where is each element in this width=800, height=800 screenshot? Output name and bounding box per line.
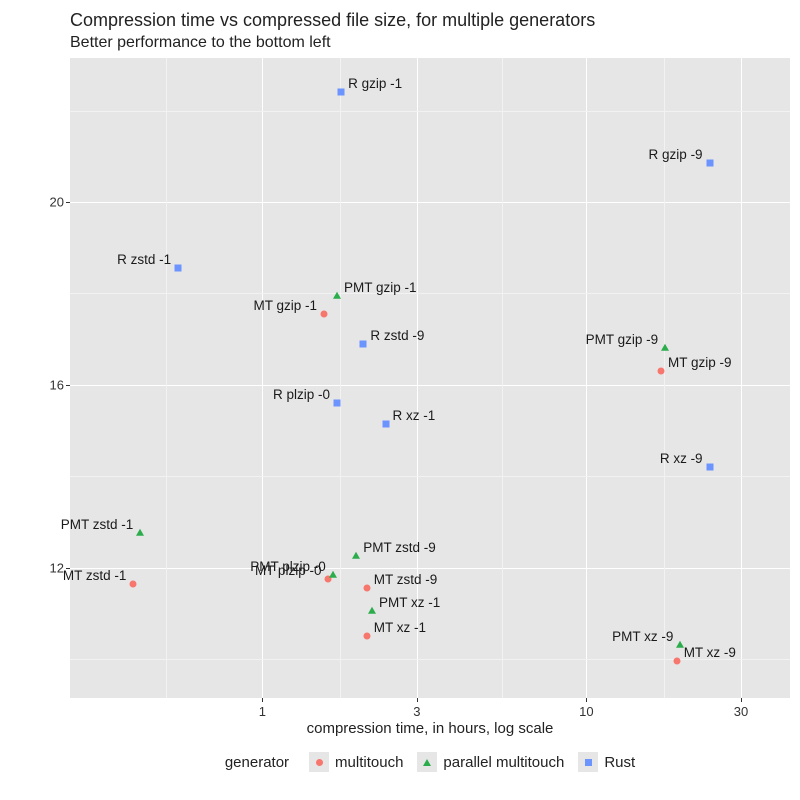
data-label: MT gzip -1 [253, 298, 317, 313]
data-point [360, 340, 367, 347]
data-label: MT xz -9 [684, 645, 736, 660]
data-point [329, 570, 337, 577]
data-point [338, 89, 345, 96]
data-label: MT zstd -9 [374, 572, 438, 587]
legend-title: generator [225, 754, 289, 771]
data-point [382, 420, 389, 427]
data-label: PMT xz -9 [612, 629, 673, 644]
data-label: R xz -9 [660, 451, 703, 466]
x-tick-label: 1 [259, 704, 266, 719]
data-label: PMT zstd -9 [363, 540, 436, 555]
legend-item-rust: Rust [578, 752, 635, 772]
data-point [368, 607, 376, 614]
legend-label: multitouch [335, 754, 403, 771]
y-tick-label: 16 [34, 377, 64, 392]
data-label: PMT gzip -1 [344, 280, 417, 295]
data-point [706, 464, 713, 471]
legend: generator multitouch parallel multitouch… [70, 752, 790, 772]
x-tick-label: 3 [413, 704, 420, 719]
data-point [658, 368, 665, 375]
y-tick-label: 12 [34, 560, 64, 575]
data-label: R plzip -0 [273, 387, 330, 402]
data-point [130, 580, 137, 587]
data-point [333, 400, 340, 407]
data-label: R xz -1 [393, 408, 436, 423]
x-axis-label: compression time, in hours, log scale [70, 720, 790, 737]
square-icon [578, 752, 598, 772]
chart-subtitle: Better performance to the bottom left [70, 34, 331, 52]
chart-title: Compression time vs compressed file size… [70, 10, 595, 31]
chart-container: Compression time vs compressed file size… [0, 0, 800, 800]
legend-label: parallel multitouch [443, 754, 564, 771]
x-tick-label: 30 [734, 704, 748, 719]
data-label: R zstd -9 [370, 328, 424, 343]
data-point [352, 552, 360, 559]
data-point [661, 344, 669, 351]
legend-label: Rust [604, 754, 635, 771]
data-label: PMT plzip -0 [250, 559, 326, 574]
data-label: MT zstd -1 [63, 568, 127, 583]
data-label: R zstd -1 [117, 252, 171, 267]
y-tick-label: 20 [34, 195, 64, 210]
legend-item-parallel-multitouch: parallel multitouch [417, 752, 564, 772]
data-label: MT xz -1 [374, 620, 426, 635]
data-label: R gzip -1 [348, 76, 402, 91]
circle-icon [309, 752, 329, 772]
data-point [673, 658, 680, 665]
data-point [363, 633, 370, 640]
data-point [333, 292, 341, 299]
plot-area: MT zstd -1MT gzip -1MT plzip -0MT zstd -… [70, 58, 790, 698]
triangle-icon [417, 752, 437, 772]
data-point [175, 265, 182, 272]
x-tick-label: 10 [579, 704, 593, 719]
data-point [136, 529, 144, 536]
data-label: R gzip -9 [649, 147, 703, 162]
legend-item-multitouch: multitouch [309, 752, 403, 772]
data-label: MT gzip -9 [668, 355, 732, 370]
data-point [676, 641, 684, 648]
data-point [363, 585, 370, 592]
data-label: PMT gzip -9 [586, 332, 659, 347]
data-point [706, 160, 713, 167]
data-label: PMT zstd -1 [61, 517, 134, 532]
data-label: PMT xz -1 [379, 595, 440, 610]
data-point [320, 311, 327, 318]
